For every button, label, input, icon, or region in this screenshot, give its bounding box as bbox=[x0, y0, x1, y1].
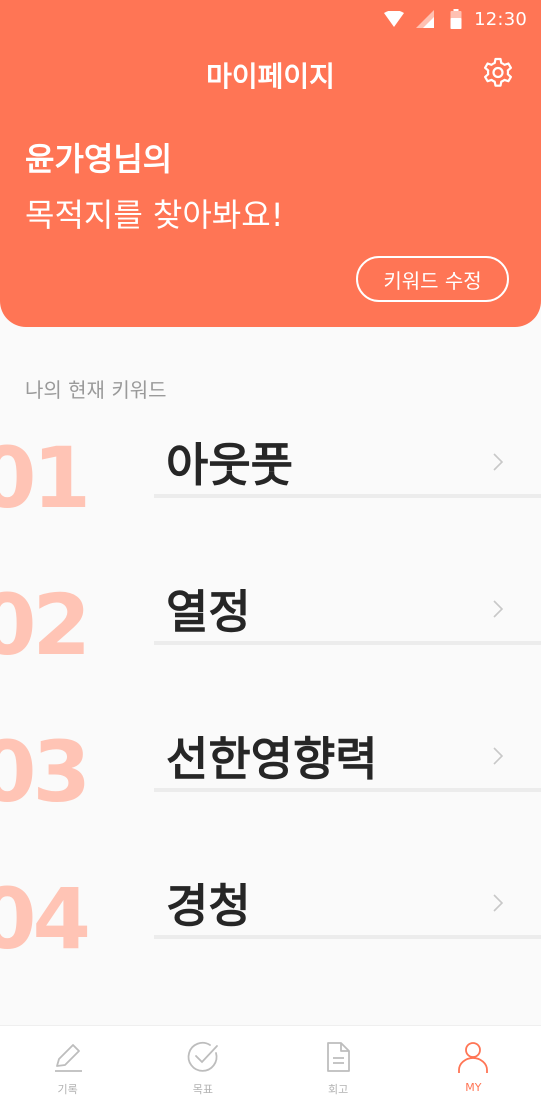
edit-keywords-button[interactable]: 키워드 수정 bbox=[356, 256, 509, 302]
chevron-right-icon bbox=[493, 600, 504, 618]
status-icons: 12:30 bbox=[384, 7, 527, 31]
nav-label: 목표 bbox=[192, 1083, 213, 1096]
keyword-number: 03 bbox=[0, 723, 91, 821]
bottom-navigation: 기록 목표 회고 MY bbox=[0, 1025, 541, 1110]
keyword-label: 경청 bbox=[166, 879, 251, 933]
signal-icon bbox=[416, 10, 435, 28]
nav-item-review[interactable]: 회고 bbox=[271, 1026, 406, 1110]
chevron-right-icon bbox=[493, 894, 504, 912]
gear-icon bbox=[484, 57, 512, 87]
status-time: 12:30 bbox=[474, 8, 527, 30]
nav-label: MY bbox=[465, 1081, 482, 1094]
person-icon bbox=[455, 1039, 491, 1075]
keyword-divider bbox=[154, 935, 541, 939]
chevron-right-icon bbox=[493, 747, 504, 765]
keyword-label: 열정 bbox=[166, 585, 251, 639]
nav-item-record[interactable]: 기록 bbox=[0, 1026, 135, 1110]
keyword-number: 04 bbox=[0, 870, 91, 968]
pencil-icon bbox=[50, 1039, 86, 1075]
wifi-icon bbox=[384, 11, 405, 27]
keyword-divider bbox=[154, 641, 541, 645]
keywords-section-label: 나의 현재 키워드 bbox=[25, 378, 167, 402]
keyword-item[interactable]: 03 선한영향력 bbox=[0, 724, 541, 872]
greeting-name: 윤가영님의 bbox=[25, 140, 173, 178]
keyword-divider bbox=[154, 494, 541, 498]
status-bar: 12:30 bbox=[0, 0, 541, 38]
nav-item-my[interactable]: MY bbox=[406, 1026, 541, 1110]
greeting-subtitle: 목적지를 찾아봐요! bbox=[25, 196, 284, 234]
keyword-label: 아웃풋 bbox=[166, 438, 293, 492]
check-circle-icon bbox=[185, 1039, 221, 1075]
header-panel: 12:30 마이페이지 윤가영님의 목적지를 찾아봐요! 키워드 수정 bbox=[0, 0, 541, 327]
keyword-number: 02 bbox=[0, 576, 91, 674]
keyword-label: 선한영향력 bbox=[166, 732, 378, 786]
keyword-item[interactable]: 02 열정 bbox=[0, 577, 541, 725]
page-title: 마이페이지 bbox=[206, 60, 335, 93]
settings-button[interactable] bbox=[479, 55, 517, 93]
chevron-right-icon bbox=[493, 453, 504, 471]
nav-label: 기록 bbox=[57, 1083, 78, 1096]
nav-label: 회고 bbox=[328, 1083, 349, 1096]
nav-item-goal[interactable]: 목표 bbox=[135, 1026, 270, 1110]
document-icon bbox=[320, 1039, 356, 1075]
my-page-screen: 12:30 마이페이지 윤가영님의 목적지를 찾아봐요! 키워드 수정 나의 현… bbox=[0, 0, 541, 1110]
keyword-item[interactable]: 04 경청 bbox=[0, 871, 541, 1019]
keyword-number: 01 bbox=[0, 429, 91, 527]
battery-icon bbox=[450, 9, 462, 29]
keyword-item[interactable]: 01 아웃풋 bbox=[0, 430, 541, 578]
keyword-divider bbox=[154, 788, 541, 792]
